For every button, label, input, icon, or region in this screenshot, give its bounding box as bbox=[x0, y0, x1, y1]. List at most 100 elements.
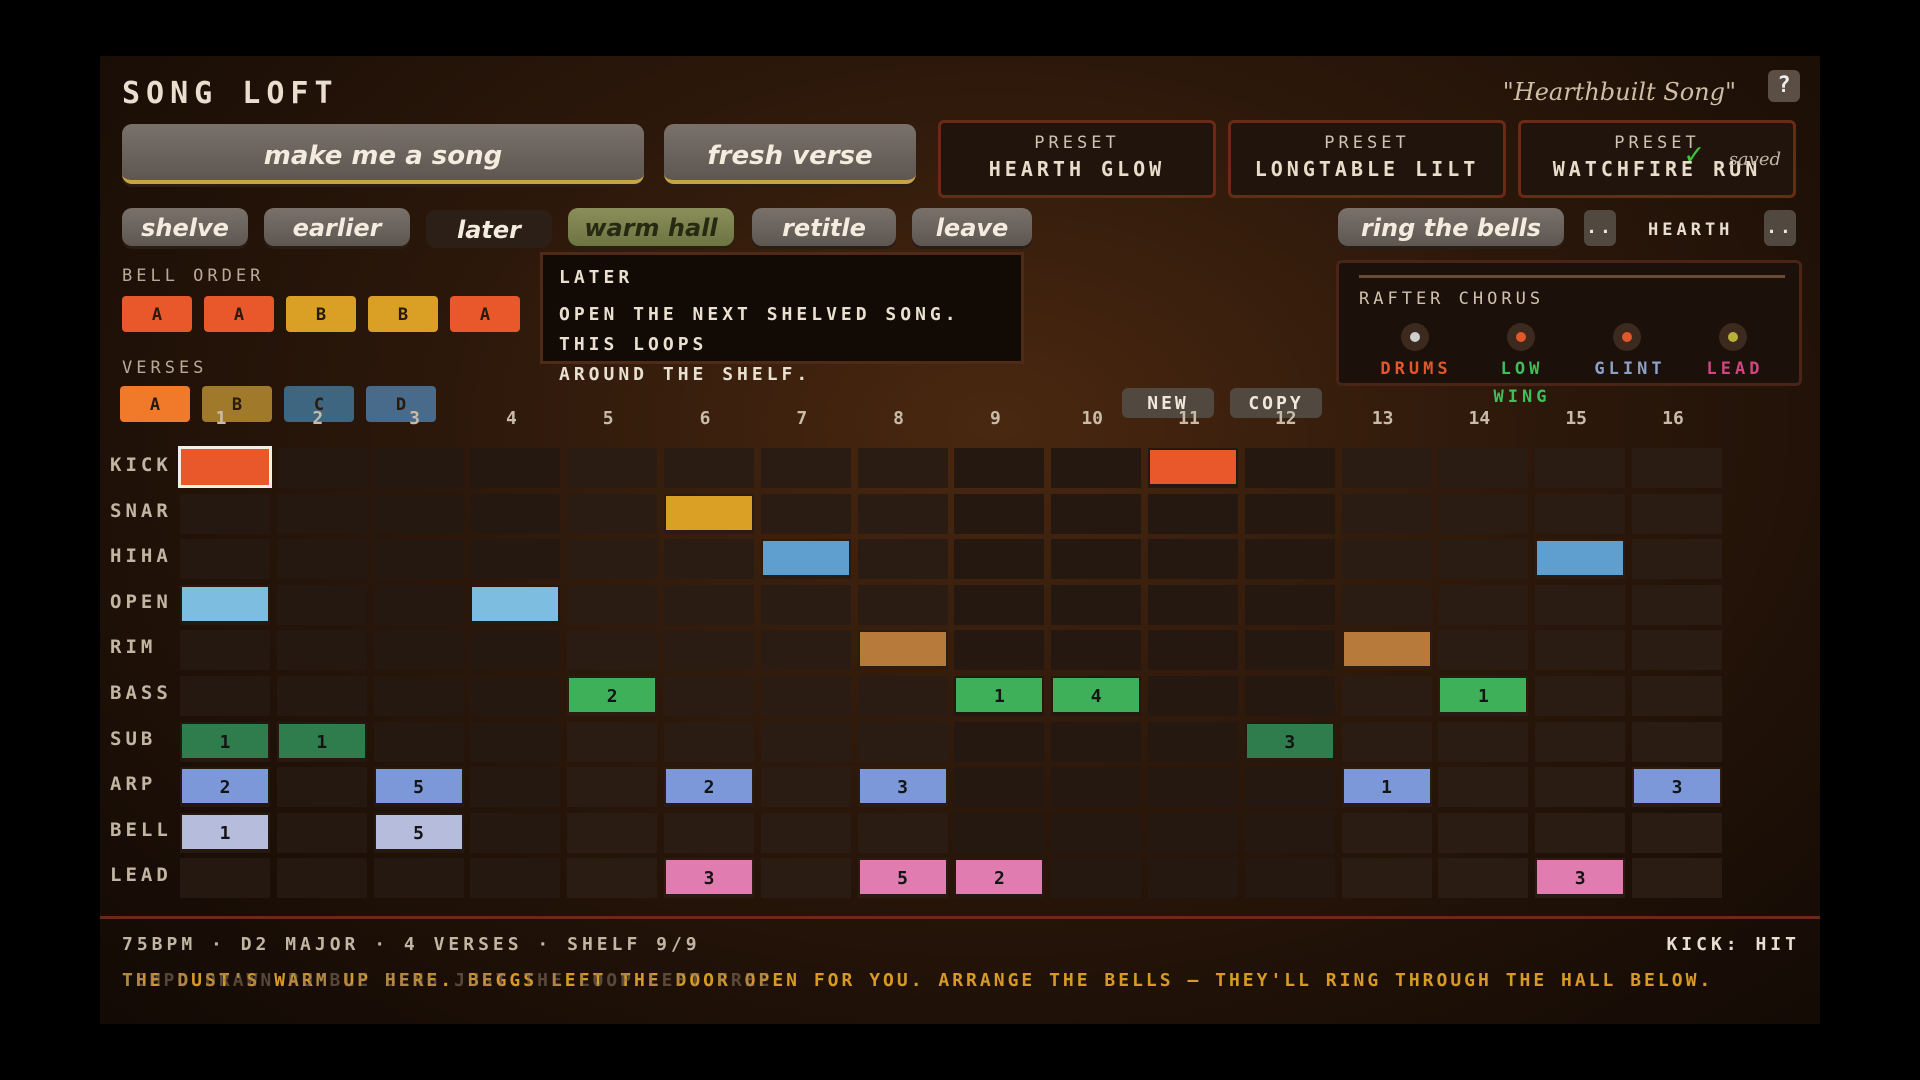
grid-cell[interactable] bbox=[1438, 721, 1529, 762]
help-button[interactable]: ? bbox=[1768, 70, 1800, 102]
grid-cell[interactable] bbox=[1341, 721, 1432, 762]
grid-cell[interactable] bbox=[954, 584, 1045, 625]
grid-cell[interactable] bbox=[1535, 767, 1626, 808]
grid-cell[interactable] bbox=[567, 721, 658, 762]
grid-cell[interactable] bbox=[857, 584, 948, 625]
grid-cell[interactable] bbox=[954, 448, 1045, 488]
grid-cell[interactable] bbox=[1051, 721, 1142, 762]
fresh-verse-button[interactable]: fresh verse bbox=[664, 124, 916, 184]
grid-cell[interactable] bbox=[567, 493, 658, 534]
grid-cell[interactable] bbox=[373, 676, 464, 716]
grid-cell[interactable] bbox=[373, 448, 464, 488]
grid-cell[interactable] bbox=[567, 858, 658, 899]
grid-cell[interactable] bbox=[276, 767, 367, 808]
grid-cell[interactable] bbox=[470, 721, 561, 762]
grid-cell[interactable] bbox=[470, 448, 561, 488]
note-kick[interactable] bbox=[178, 446, 272, 488]
grid-cell[interactable] bbox=[180, 676, 270, 716]
note-lead[interactable]: 2 bbox=[956, 860, 1043, 895]
grid-cell[interactable] bbox=[664, 676, 754, 716]
low-wing-knob[interactable] bbox=[1507, 323, 1535, 351]
grid-cell[interactable] bbox=[276, 676, 367, 716]
grid-cell[interactable] bbox=[760, 858, 851, 899]
grid-cell[interactable] bbox=[180, 539, 270, 580]
grid-cell[interactable] bbox=[470, 630, 561, 671]
grid-cell[interactable] bbox=[954, 630, 1045, 671]
grid-cell[interactable] bbox=[1244, 584, 1335, 625]
grid-cell[interactable] bbox=[1341, 539, 1432, 580]
grid-cell[interactable] bbox=[954, 812, 1045, 853]
bell-order-chip[interactable]: B bbox=[286, 296, 356, 332]
grid-cell[interactable] bbox=[180, 858, 270, 899]
note-sub[interactable]: 1 bbox=[278, 723, 365, 758]
note-sub[interactable]: 3 bbox=[1246, 723, 1333, 758]
grid-cell[interactable] bbox=[1438, 493, 1529, 534]
note-arp[interactable]: 2 bbox=[666, 769, 752, 804]
grid-cell[interactable] bbox=[954, 721, 1045, 762]
grid-cell[interactable] bbox=[1051, 539, 1142, 580]
make-song-button[interactable]: make me a song bbox=[122, 124, 644, 184]
grid-cell[interactable] bbox=[1051, 812, 1142, 853]
note-open[interactable] bbox=[182, 586, 268, 621]
note-bass[interactable]: 1 bbox=[1440, 678, 1527, 712]
note-hiha[interactable] bbox=[762, 541, 849, 576]
grid-cell[interactable] bbox=[1535, 630, 1626, 671]
note-open[interactable] bbox=[472, 586, 559, 621]
grid-cell[interactable] bbox=[1148, 676, 1238, 716]
grid-cell[interactable] bbox=[276, 858, 367, 899]
grid-cell[interactable] bbox=[1632, 858, 1722, 899]
grid-cell[interactable] bbox=[1632, 630, 1722, 671]
grid-cell[interactable] bbox=[1535, 812, 1626, 853]
warm-hall-button[interactable]: warm hall bbox=[568, 208, 734, 246]
grid-cell[interactable] bbox=[1535, 584, 1626, 625]
grid-cell[interactable] bbox=[1341, 858, 1432, 899]
note-hiha[interactable] bbox=[1537, 541, 1624, 576]
grid-cell[interactable] bbox=[1148, 584, 1238, 625]
grid-cell[interactable] bbox=[373, 630, 464, 671]
grid-cell[interactable] bbox=[760, 767, 851, 808]
grid-cell[interactable] bbox=[760, 584, 851, 625]
note-arp[interactable]: 3 bbox=[1634, 769, 1720, 804]
retitle-button[interactable]: retitle bbox=[752, 208, 896, 246]
grid-cell[interactable] bbox=[857, 676, 948, 716]
grid-cell[interactable] bbox=[1438, 584, 1529, 625]
grid-cell[interactable] bbox=[1632, 539, 1722, 580]
grid-cell[interactable] bbox=[1148, 539, 1238, 580]
note-bass[interactable]: 4 bbox=[1053, 678, 1140, 712]
grid-cell[interactable] bbox=[760, 448, 851, 488]
grid-cell[interactable] bbox=[1535, 676, 1626, 716]
grid-cell[interactable] bbox=[1244, 448, 1335, 488]
grid-cell[interactable] bbox=[1341, 448, 1432, 488]
grid-cell[interactable] bbox=[1438, 858, 1529, 899]
bell-order-chip[interactable]: A bbox=[204, 296, 274, 332]
grid-cell[interactable] bbox=[470, 539, 561, 580]
grid-cell[interactable] bbox=[664, 448, 754, 488]
grid-cell[interactable] bbox=[180, 493, 270, 534]
grid-cell[interactable] bbox=[1244, 539, 1335, 580]
grid-cell[interactable] bbox=[180, 630, 270, 671]
drums-knob[interactable] bbox=[1401, 323, 1429, 351]
grid-cell[interactable] bbox=[664, 721, 754, 762]
grid-cell[interactable] bbox=[1438, 767, 1529, 808]
grid-cell[interactable] bbox=[1051, 858, 1142, 899]
grid-cell[interactable] bbox=[567, 812, 658, 853]
grid-cell[interactable] bbox=[1051, 448, 1142, 488]
grid-cell[interactable] bbox=[1051, 767, 1142, 808]
grid-cell[interactable] bbox=[1051, 493, 1142, 534]
grid-cell[interactable] bbox=[1244, 630, 1335, 671]
grid-cell[interactable] bbox=[567, 448, 658, 488]
note-kick[interactable] bbox=[1150, 450, 1236, 484]
grid-cell[interactable] bbox=[1632, 676, 1722, 716]
grid-cell[interactable] bbox=[1148, 812, 1238, 853]
grid-cell[interactable] bbox=[276, 539, 367, 580]
earlier-button[interactable]: earlier bbox=[264, 208, 410, 246]
note-rim[interactable] bbox=[1343, 632, 1430, 667]
grid-cell[interactable] bbox=[1632, 493, 1722, 534]
grid-cell[interactable] bbox=[276, 812, 367, 853]
grid-cell[interactable] bbox=[470, 493, 561, 534]
preset-hearth-glow[interactable]: PRESET HEARTH GLOW bbox=[938, 120, 1216, 198]
grid-cell[interactable] bbox=[276, 630, 367, 671]
grid-cell[interactable] bbox=[1438, 539, 1529, 580]
note-lead[interactable]: 3 bbox=[1537, 860, 1624, 895]
grid-cell[interactable] bbox=[664, 584, 754, 625]
